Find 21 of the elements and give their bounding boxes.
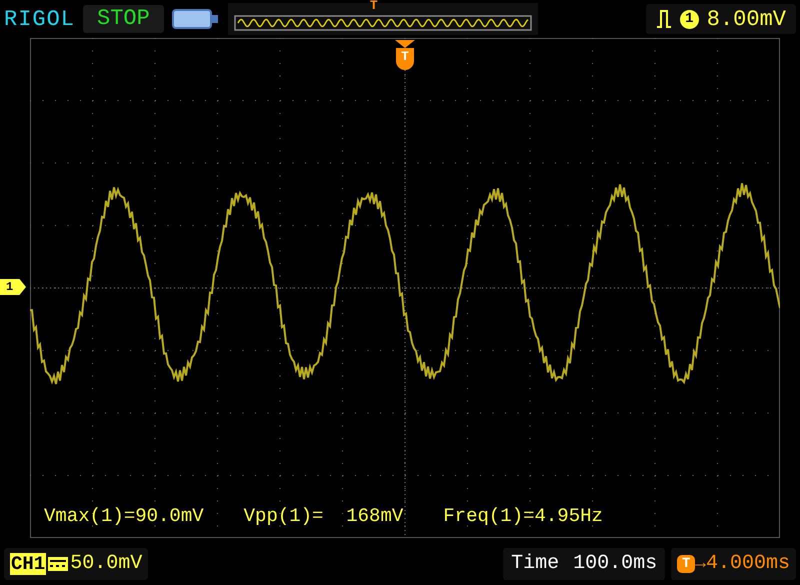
channel-marker: 1 <box>0 279 26 295</box>
measurement-readout: Vmax(1)=90.0mV <box>44 504 204 528</box>
trigger-offset: 4.000ms <box>706 551 790 577</box>
channel-label: CH1 <box>10 553 46 575</box>
trigger-level: 8.00mV <box>706 6 786 34</box>
time-label: Time <box>511 551 560 577</box>
trigger-position-marker: T <box>370 0 378 12</box>
brand-label: RIGOL <box>4 6 76 34</box>
trigger-arrow-icon <box>395 40 415 48</box>
channel-badge: 1 <box>680 10 699 28</box>
measurement-readout: Vpp(1)= 168mV <box>244 504 404 528</box>
run-state: STOP <box>83 5 164 33</box>
battery-icon <box>172 7 220 31</box>
dc-coupling-icon <box>48 557 68 571</box>
time-scale: 100.0ms <box>573 551 658 577</box>
rising-edge-icon <box>656 9 672 29</box>
memory-waveform-icon <box>234 15 532 31</box>
measurement-readout: Freq(1)=4.95Hz <box>443 504 603 528</box>
arrow-glyph: → <box>695 552 706 576</box>
vertical-scale: 50.0mV <box>70 551 142 577</box>
trigger-badge: T <box>677 555 696 573</box>
